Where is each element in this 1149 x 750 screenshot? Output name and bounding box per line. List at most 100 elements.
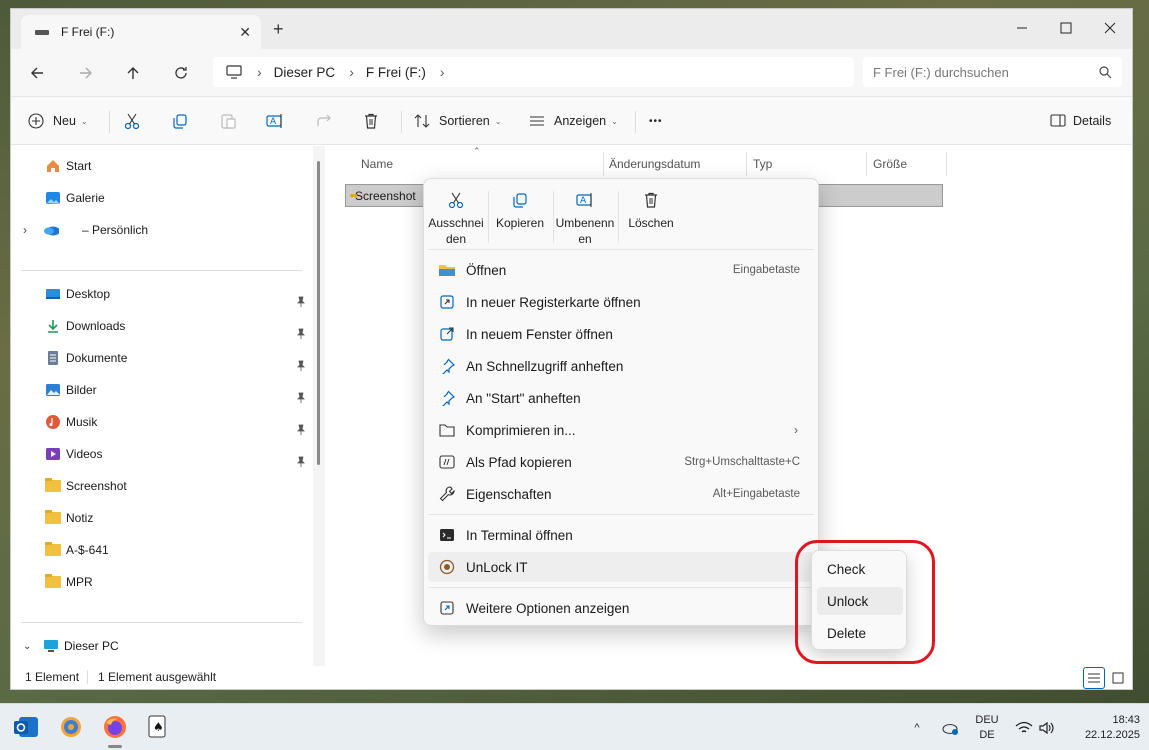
copy-icon: [171, 112, 189, 130]
wifi-icon[interactable]: [1012, 704, 1036, 750]
solitaire-icon[interactable]: ♠: [145, 714, 171, 740]
delete-action[interactable]: Löschen: [621, 189, 681, 231]
column-header-modified[interactable]: Änderungsdatum: [609, 157, 700, 171]
view-button[interactable]: Anzeigen ⌄: [528, 109, 618, 133]
pin-icon: [438, 389, 456, 407]
details-label: Details: [1073, 114, 1112, 128]
running-indicator: [108, 745, 122, 748]
sidebar-item-galerie[interactable]: Galerie: [45, 187, 105, 209]
column-header-type[interactable]: Typ: [753, 157, 772, 171]
menu-item-open[interactable]: Öffnen Eingabetaste: [428, 255, 814, 285]
minimize-icon[interactable]: [1007, 15, 1037, 41]
sidebar-item-musik[interactable]: Musik: [45, 411, 97, 433]
sidebar-item-onedrive[interactable]: › – Persönlich: [23, 219, 148, 241]
menu-item-label: Weitere Optionen anzeigen: [466, 600, 630, 616]
column-divider[interactable]: [866, 152, 867, 176]
sidebar-item-dokumente[interactable]: Dokumente: [45, 347, 127, 369]
sidebar-item-screenshot[interactable]: Screenshot: [45, 475, 127, 497]
terminal-icon: [438, 526, 456, 544]
menu-item-properties[interactable]: Eigenschaften Alt+Eingabetaste: [428, 479, 814, 509]
language-indicator[interactable]: DEU DE: [968, 704, 1006, 750]
share-button[interactable]: [315, 109, 333, 133]
sidebar-item-mpr[interactable]: MPR: [45, 571, 93, 593]
menu-item-label: In Terminal öffnen: [466, 527, 573, 543]
tiles-view-button[interactable]: [1107, 667, 1129, 689]
menu-item-compress[interactable]: Komprimieren in... ›: [428, 415, 814, 445]
breadcrumb-f-frei[interactable]: F Frei (F:): [366, 65, 426, 80]
menu-item-copy-path[interactable]: Als Pfad kopieren Strg+Umschalttaste+C: [428, 447, 814, 477]
breadcrumb-dieser-pc[interactable]: Dieser PC: [274, 65, 336, 80]
chevron-down-icon: ⌄: [23, 640, 32, 652]
sidebar-item-a-641[interactable]: A-$-641: [45, 539, 109, 561]
column-header-size[interactable]: Größe: [873, 157, 907, 171]
menu-item-unlock-it[interactable]: UnLock IT: [428, 552, 814, 582]
sidebar-item-desktop[interactable]: Desktop: [45, 283, 110, 305]
menu-item-pin-quick-access[interactable]: An Schnellzugriff anheften: [428, 351, 814, 381]
menu-item-more-options[interactable]: Weitere Optionen anzeigen: [428, 593, 814, 623]
rename-action[interactable]: A Umbenenn en: [555, 189, 615, 247]
clock[interactable]: 18:43 22.12.2025: [1064, 704, 1140, 750]
sidebar-item-downloads[interactable]: Downloads: [45, 315, 125, 337]
back-icon[interactable]: [25, 61, 49, 85]
paste-icon: [219, 112, 237, 130]
delete-button[interactable]: [362, 109, 380, 133]
address-bar[interactable]: › Dieser PC › F Frei (F:) ›: [213, 57, 854, 87]
details-view-button[interactable]: [1083, 667, 1105, 689]
firefox-icon[interactable]: [102, 714, 128, 740]
sidebar-item-notiz[interactable]: Notiz: [45, 507, 93, 529]
svg-text:A: A: [270, 117, 277, 127]
sort-button[interactable]: Sortieren ⌄: [413, 109, 501, 133]
more-options-button[interactable]: •••: [649, 109, 663, 133]
menu-item-open-new-window[interactable]: In neuem Fenster öffnen: [428, 319, 814, 349]
expand-chevron-icon: ›: [23, 223, 27, 237]
show-hidden-icons-chevron[interactable]: ^: [905, 704, 929, 750]
menu-item-pin-start[interactable]: An "Start" anheften: [428, 383, 814, 413]
sidebar-item-bilder[interactable]: Bilder: [45, 379, 97, 401]
column-divider[interactable]: [746, 152, 747, 176]
copy-button[interactable]: [171, 109, 189, 133]
cloud-sync-icon[interactable]: [938, 704, 962, 750]
new-tab-icon[interactable]: +: [273, 20, 284, 38]
sidebar-item-dieser-pc[interactable]: ⌄ Dieser PC: [23, 635, 119, 657]
cut-action[interactable]: Ausschnei den: [426, 189, 486, 247]
rename-icon: A: [576, 189, 594, 211]
sidebar-item-videos[interactable]: Videos: [45, 443, 102, 465]
up-icon[interactable]: [121, 61, 145, 85]
copy-action[interactable]: Kopieren: [490, 189, 550, 231]
pin-icon[interactable]: [295, 296, 307, 308]
menu-item-open-new-tab[interactable]: In neuer Registerkarte öffnen: [428, 287, 814, 317]
pin-icon[interactable]: [295, 360, 307, 372]
pin-icon[interactable]: [295, 424, 307, 436]
menu-item-open-terminal[interactable]: In Terminal öffnen: [428, 520, 814, 550]
sidebar-item-start[interactable]: Start: [45, 155, 91, 177]
new-button[interactable]: Neu ⌄: [27, 109, 88, 133]
refresh-icon[interactable]: [169, 61, 193, 85]
cut-button[interactable]: [123, 109, 141, 133]
column-divider[interactable]: [603, 152, 604, 176]
pin-icon[interactable]: [295, 392, 307, 404]
chevron-right-icon: ›: [794, 423, 798, 437]
tab-f-frei[interactable]: F Frei (F:) ✕: [21, 15, 261, 49]
close-tab-icon[interactable]: ✕: [239, 24, 251, 41]
column-divider[interactable]: [946, 152, 947, 176]
settings-gear-icon[interactable]: [58, 714, 84, 740]
context-menu: Ausschnei den Kopieren A Umbenenn en Lös…: [423, 178, 819, 626]
details-button[interactable]: Details: [1049, 109, 1111, 133]
forward-icon[interactable]: [74, 61, 98, 85]
pictures-icon: [45, 382, 61, 398]
rename-button[interactable]: A: [266, 109, 284, 133]
search-input[interactable]: F Frei (F:) durchsuchen: [863, 57, 1122, 87]
volume-icon[interactable]: [1036, 704, 1058, 750]
window-close-icon[interactable]: [1095, 15, 1125, 41]
chevron-down-icon: ⌄: [611, 116, 618, 126]
column-header-name[interactable]: Name: [361, 157, 393, 171]
sidebar-scrollbar-thumb[interactable]: [317, 161, 320, 465]
wrench-icon: [438, 485, 456, 503]
pin-icon[interactable]: [295, 328, 307, 340]
maximize-icon[interactable]: [1051, 15, 1081, 41]
videos-icon: [45, 446, 61, 462]
outlook-icon[interactable]: [13, 714, 39, 740]
pin-icon[interactable]: [295, 456, 307, 468]
plus-circle-icon: [27, 112, 45, 130]
paste-button[interactable]: [219, 109, 237, 133]
